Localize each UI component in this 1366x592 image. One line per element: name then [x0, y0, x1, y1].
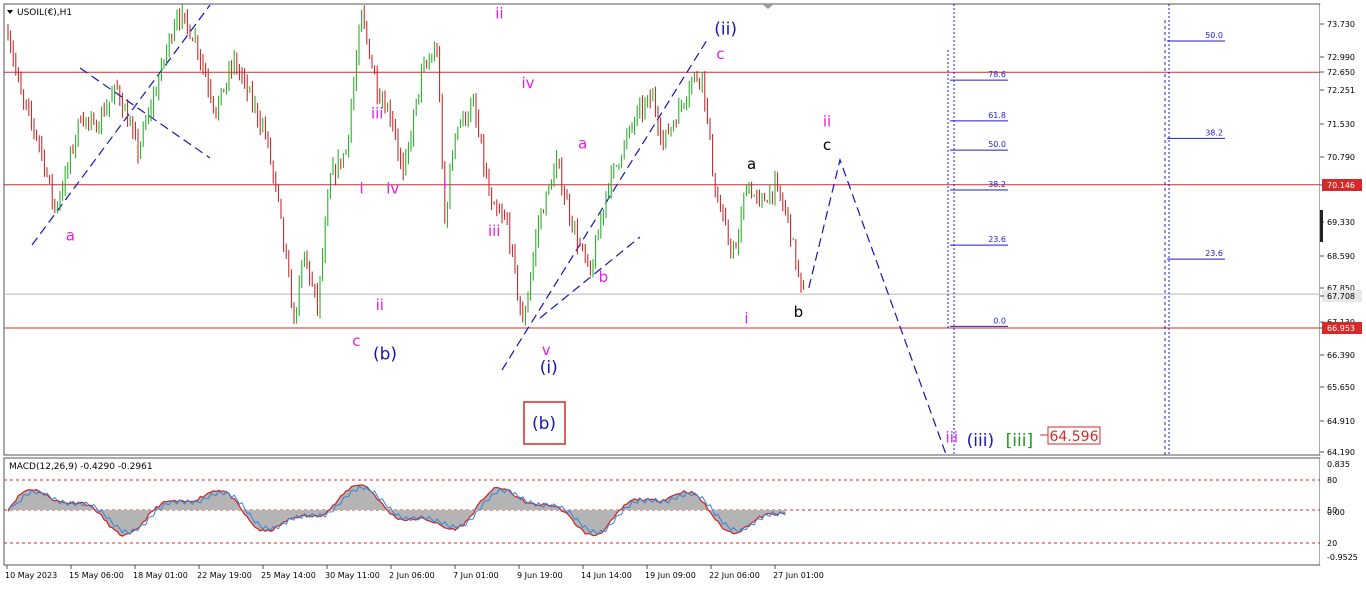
macd-tick-label: 0.835 [1327, 460, 1350, 469]
wave-label: ii [823, 112, 831, 130]
macd-tick-label: 20 [1327, 539, 1337, 548]
wave-label: i [443, 175, 447, 193]
price-tick-label: 68.590 [1327, 252, 1355, 261]
fib-level-label: 50.0 [988, 140, 1006, 149]
time-tick-label: 19 Jun 09:00 [645, 571, 696, 580]
time-tick-label: 2 Jun 06:00 [389, 571, 435, 580]
fib-level-label: 61.8 [988, 111, 1006, 120]
wave-label: b [599, 268, 609, 286]
fib-level-label: 38.2 [1205, 128, 1223, 137]
price-tick-label: 72.990 [1327, 53, 1355, 62]
wave-label: b [794, 303, 804, 321]
price-tick-label: 72.650 [1327, 68, 1355, 77]
boxed-wave-label: (b) [532, 414, 556, 434]
symbol-label: USOIL(€),H1 [17, 8, 72, 18]
fib-level-label: 78.6 [988, 70, 1006, 79]
wave-label: a [66, 227, 75, 245]
time-tick-label: 22 Jun 06:00 [709, 571, 760, 580]
time-tick-label: 15 May 06:00 [69, 571, 124, 580]
wave-label: c [823, 136, 831, 154]
wave-label: (b) [373, 345, 397, 365]
trading-chart-window: 78.6 61.8 50.0 38.2 23.6 0.0 50.0 38.2 23.6 a c (b… [0, 0, 1366, 588]
price-tick-label: 67.708 [1327, 292, 1355, 301]
price-tick-label: 72.251 [1327, 86, 1355, 95]
macd-tick-label: 0.00 [1327, 508, 1345, 517]
wave-label: iii [371, 105, 384, 123]
time-tick-label: 18 May 01:00 [133, 571, 188, 580]
time-tick-label: 27 Jun 01:00 [773, 571, 824, 580]
wave-label: c [716, 45, 724, 63]
time-tick-label: 7 Jun 01:00 [453, 571, 499, 580]
wave-label: (ii) [714, 19, 737, 39]
wave-label: [iii] [1006, 431, 1033, 451]
wave-label: iv [386, 180, 399, 198]
price-tick-label: 66.953 [1327, 324, 1355, 333]
price-tick-label: 70.146 [1327, 181, 1355, 190]
chart-svg[interactable]: 78.6 61.8 50.0 38.2 23.6 0.0 50.0 38.2 23.6 a c (b… [0, 0, 1366, 588]
macd-tick-label: -0.9525 [1327, 553, 1358, 562]
wave-label: v [542, 341, 551, 359]
price-tick-label: 65.650 [1327, 383, 1355, 392]
time-tick-label: 14 Jun 14:00 [581, 571, 632, 580]
fib-level-label: 23.6 [988, 235, 1006, 244]
wave-label: i [360, 180, 364, 198]
price-tick-label: 66.390 [1327, 351, 1355, 360]
macd-label: MACD(12,26,9) -0.4290 -0.2961 [9, 462, 153, 472]
main-chart-frame [3, 3, 1321, 456]
price-tick-label: 69.330 [1327, 218, 1355, 227]
time-axis: 10 May 2023 15 May 06:00 18 May 01:00 22 Ma… [5, 565, 824, 580]
wave-label: ii [495, 5, 503, 23]
time-tick-label: 9 Jun 19:00 [517, 571, 563, 580]
wave-label: (i) [540, 358, 558, 378]
time-tick-label: 10 May 2023 [5, 571, 57, 580]
wave-label: iv [521, 74, 534, 92]
wave-label: i [744, 310, 748, 328]
price-tick-label: 71.530 [1327, 120, 1355, 129]
fib-level-label: 0.0 [993, 316, 1006, 325]
macd-panel-frame [3, 457, 1321, 566]
price-tick-label: 73.730 [1327, 20, 1355, 29]
time-tick-label: 30 May 11:00 [325, 571, 380, 580]
wave-label: (iii) [967, 431, 994, 451]
fib-level-label: 50.0 [1205, 31, 1223, 40]
wave-label: ii [376, 296, 384, 314]
wave-label: c [352, 332, 360, 350]
fib-level-label: 38.2 [988, 180, 1006, 189]
price-axis: 73.730 72.990 72.650 72.251 71.530 70.790 70.1… [1320, 4, 1366, 457]
bid-marker [1320, 210, 1323, 242]
target-price-label: 64.596 [1050, 429, 1099, 445]
time-tick-label: 22 May 19:00 [197, 571, 252, 580]
macd-tick-label: 80 [1327, 476, 1337, 485]
wave-label: iii [488, 222, 501, 240]
wave-label: a [578, 135, 587, 153]
price-tick-label: 64.190 [1327, 448, 1355, 457]
fib-level-label: 23.6 [1205, 249, 1223, 258]
price-tick-label: 70.790 [1327, 153, 1355, 162]
price-tick-label: 64.910 [1327, 417, 1355, 426]
time-tick-label: 25 May 14:00 [261, 571, 316, 580]
wave-label: a [747, 155, 756, 173]
wave-label: iii [946, 429, 959, 447]
